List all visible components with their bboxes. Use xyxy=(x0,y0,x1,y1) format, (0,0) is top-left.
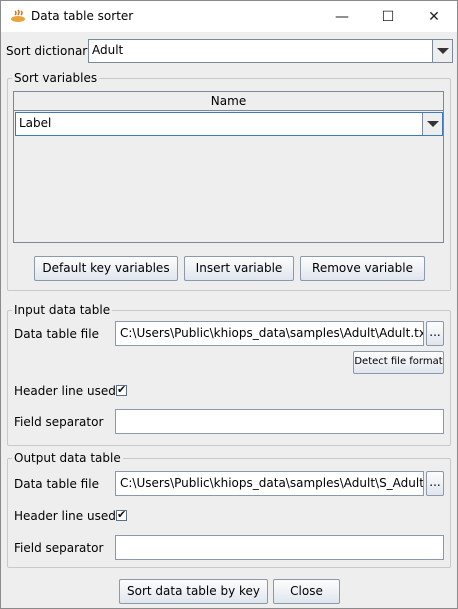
java-app-icon xyxy=(10,9,26,23)
input-header-line-label: Header line used xyxy=(14,384,116,398)
close-icon: ✕ xyxy=(428,8,440,25)
sort-dictionary-dropdown-button[interactable] xyxy=(432,40,452,62)
default-key-variables-button[interactable]: Default key variables xyxy=(34,256,178,281)
detect-file-format-button[interactable]: Detect file format xyxy=(353,351,444,374)
minimize-icon: — xyxy=(335,8,349,25)
insert-variable-button[interactable]: Insert variable xyxy=(184,256,294,281)
sort-variables-table[interactable]: Name Label xyxy=(13,91,444,243)
close-window-button[interactable]: ✕ xyxy=(411,1,457,32)
remove-variable-button[interactable]: Remove variable xyxy=(300,256,425,281)
input-field-separator-label: Field separator xyxy=(14,415,104,429)
input-browse-button[interactable]: ... xyxy=(426,321,444,346)
output-header-line-checkbox[interactable]: ✔ xyxy=(116,508,127,521)
title-bar: Data table sorter — ☐ ✕ xyxy=(1,1,457,32)
data-table-sorter-window: Data table sorter — ☐ ✕ Sort dictionary … xyxy=(0,0,458,609)
output-data-table-file-label: Data table file xyxy=(14,477,99,491)
sort-dictionary-value: Adult xyxy=(92,43,124,57)
check-icon: ✔ xyxy=(117,383,127,396)
sort-variable-value: Label xyxy=(19,116,52,130)
table-header-name[interactable]: Name xyxy=(14,92,443,111)
sort-variable-dropdown-button[interactable] xyxy=(422,113,442,135)
minimize-button[interactable]: — xyxy=(319,1,365,32)
close-button[interactable]: Close xyxy=(273,579,340,604)
table-row[interactable]: Label xyxy=(15,112,443,136)
maximize-button[interactable]: ☐ xyxy=(365,1,411,32)
output-browse-button[interactable]: ... xyxy=(426,471,444,496)
maximize-icon: ☐ xyxy=(381,8,395,25)
sort-data-table-button[interactable]: Sort data table by key xyxy=(119,579,268,604)
input-header-line-checkbox[interactable]: ✔ xyxy=(116,383,127,396)
chevron-down-icon xyxy=(437,48,449,54)
output-header-line-label: Header line used xyxy=(14,509,116,523)
input-data-table-file-field[interactable]: C:\Users\Public\khiops_data\samples\Adul… xyxy=(115,321,424,346)
output-field-separator-label: Field separator xyxy=(14,541,104,555)
input-data-table-file-label: Data table file xyxy=(14,327,99,341)
output-data-table-file-field[interactable]: C:\Users\Public\khiops_data\samples\Adul… xyxy=(115,471,424,496)
sort-dictionary-label: Sort dictionary xyxy=(6,44,95,58)
sort-dictionary-combo[interactable]: Adult xyxy=(88,39,453,63)
input-data-table-legend: Input data table xyxy=(12,303,113,317)
output-field-separator-field[interactable] xyxy=(115,535,444,560)
output-data-table-legend: Output data table xyxy=(12,451,123,465)
input-field-separator-field[interactable] xyxy=(115,409,444,434)
chevron-down-icon xyxy=(427,121,439,127)
window-title: Data table sorter xyxy=(31,9,134,23)
check-icon: ✔ xyxy=(117,508,127,521)
sort-variables-legend: Sort variables xyxy=(12,71,100,85)
